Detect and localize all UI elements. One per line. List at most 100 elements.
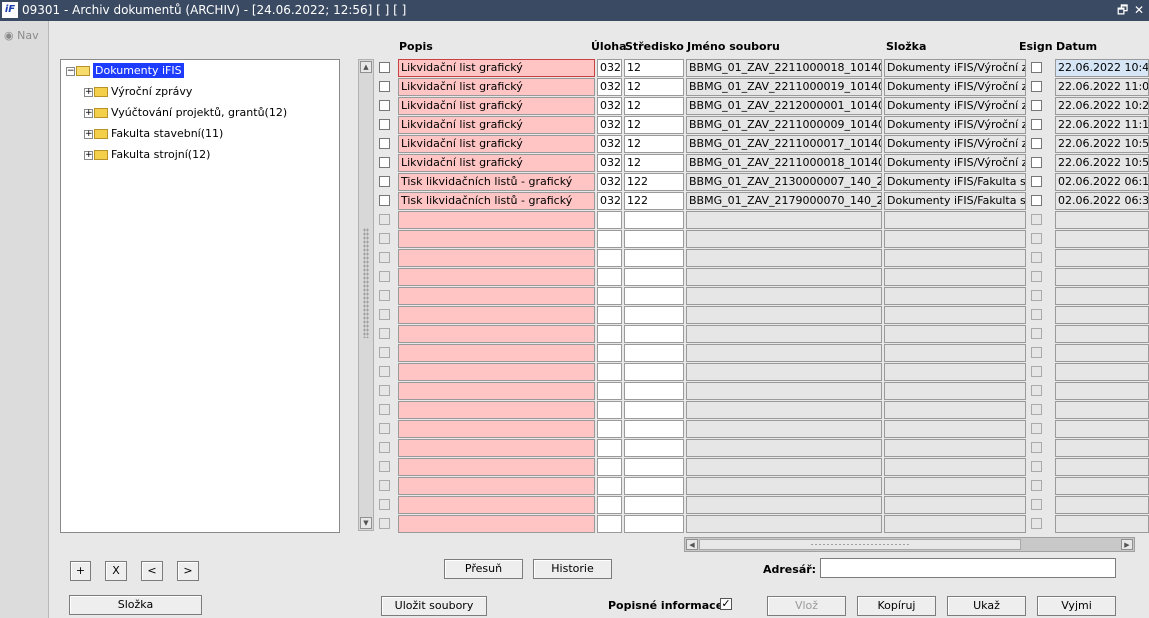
jmeno-souboru-cell[interactable]: BBMG_01_ZAV_2211000009_10140_2 [686, 116, 882, 134]
row-select-checkbox[interactable] [379, 461, 390, 472]
uloha-cell[interactable] [597, 382, 622, 400]
uloha-cell[interactable] [597, 515, 622, 533]
esign-checkbox[interactable] [1031, 233, 1042, 244]
popis-cell[interactable] [398, 230, 595, 248]
historie-button[interactable]: Historie [533, 559, 612, 579]
esign-checkbox[interactable] [1031, 461, 1042, 472]
scroll-down-icon[interactable]: ▼ [360, 517, 372, 529]
close-window-icon[interactable]: ✕ [1134, 0, 1144, 21]
datum-cell[interactable]: 22.06.2022 10:5 [1055, 135, 1149, 153]
esign-checkbox[interactable] [1031, 119, 1042, 130]
slozka-cell[interactable] [884, 439, 1026, 457]
row-select-checkbox[interactable] [379, 480, 390, 491]
tree-root-node[interactable]: − Dokumenty iFIS [66, 63, 184, 79]
restore-window-icon[interactable]: 🗗 [1117, 0, 1128, 21]
slozka-cell[interactable] [884, 306, 1026, 324]
jmeno-souboru-cell[interactable]: BBMG_01_ZAV_2211000019_10140_2 [686, 78, 882, 96]
jmeno-souboru-cell[interactable] [686, 211, 882, 229]
uloha-cell[interactable] [597, 249, 622, 267]
esign-checkbox[interactable] [1031, 480, 1042, 491]
slozka-cell[interactable] [884, 249, 1026, 267]
jmeno-souboru-cell[interactable] [686, 325, 882, 343]
popis-cell[interactable] [398, 401, 595, 419]
stredisko-cell[interactable] [624, 515, 684, 533]
esign-checkbox[interactable] [1031, 195, 1042, 206]
jmeno-souboru-cell[interactable]: BBMG_01_ZAV_2130000007_140_220 [686, 173, 882, 191]
stredisko-cell[interactable] [624, 420, 684, 438]
row-select-checkbox[interactable] [379, 385, 390, 396]
datum-cell[interactable] [1055, 401, 1149, 419]
datum-cell[interactable] [1055, 287, 1149, 305]
table-vertical-scrollbar[interactable]: ▲ ▼ [358, 59, 374, 531]
datum-cell[interactable] [1055, 363, 1149, 381]
uloha-cell[interactable]: 032 [597, 116, 622, 134]
jmeno-souboru-cell[interactable] [686, 420, 882, 438]
stredisko-cell[interactable]: 122 [624, 173, 684, 191]
vyjmi-button[interactable]: Vyjmi [1037, 596, 1116, 616]
datum-cell[interactable] [1055, 382, 1149, 400]
row-select-checkbox[interactable] [379, 328, 390, 339]
jmeno-souboru-cell[interactable]: BBMG_01_ZAV_2211000017_10140_2 [686, 135, 882, 153]
stredisko-cell[interactable]: 12 [624, 97, 684, 115]
stredisko-cell[interactable] [624, 477, 684, 495]
popis-cell[interactable] [398, 420, 595, 438]
vloz-button[interactable]: Vlož [767, 596, 846, 616]
jmeno-souboru-cell[interactable] [686, 401, 882, 419]
datum-cell[interactable] [1055, 249, 1149, 267]
stredisko-cell[interactable] [624, 439, 684, 457]
popis-cell[interactable] [398, 439, 595, 457]
popis-cell[interactable] [398, 515, 595, 533]
row-select-checkbox[interactable] [379, 62, 390, 73]
ulozit-soubory-button[interactable]: Uložit soubory [381, 596, 487, 616]
popis-cell[interactable] [398, 363, 595, 381]
jmeno-souboru-cell[interactable] [686, 344, 882, 362]
row-select-checkbox[interactable] [379, 309, 390, 320]
stredisko-cell[interactable] [624, 249, 684, 267]
stredisko-cell[interactable]: 12 [624, 78, 684, 96]
tree-node-vyuctovani[interactable]: + Vyúčtování projektů, grantů(12) [84, 105, 287, 121]
adresar-input[interactable] [820, 558, 1116, 578]
row-select-checkbox[interactable] [379, 290, 390, 301]
row-select-checkbox[interactable] [379, 233, 390, 244]
row-select-checkbox[interactable] [379, 518, 390, 529]
popis-cell[interactable]: Likvidační list grafický [398, 154, 595, 172]
row-select-checkbox[interactable] [379, 442, 390, 453]
esign-checkbox[interactable] [1031, 100, 1042, 111]
datum-cell[interactable] [1055, 439, 1149, 457]
delete-folder-button[interactable]: X [105, 561, 127, 581]
popis-cell[interactable] [398, 382, 595, 400]
stredisko-cell[interactable]: 12 [624, 116, 684, 134]
row-select-checkbox[interactable] [379, 176, 390, 187]
slozka-cell[interactable]: Dokumenty iFIS/Výroční zprá [884, 78, 1026, 96]
tree-node-stavebni[interactable]: + Fakulta stavební(11) [84, 126, 223, 142]
datum-cell[interactable] [1055, 496, 1149, 514]
uloha-cell[interactable]: 032 [597, 135, 622, 153]
popis-cell[interactable] [398, 325, 595, 343]
popis-cell[interactable] [398, 306, 595, 324]
slozka-cell[interactable] [884, 477, 1026, 495]
uloha-cell[interactable] [597, 287, 622, 305]
row-select-checkbox[interactable] [379, 423, 390, 434]
popis-cell[interactable]: Likvidační list grafický [398, 78, 595, 96]
prev-button[interactable]: < [141, 561, 163, 581]
datum-cell[interactable] [1055, 268, 1149, 286]
stredisko-cell[interactable]: 122 [624, 192, 684, 210]
nav-button[interactable]: ◉ Nav [4, 29, 39, 42]
popis-cell[interactable]: Tisk likvidačních listů - grafický [398, 173, 595, 191]
jmeno-souboru-cell[interactable] [686, 268, 882, 286]
datum-cell[interactable] [1055, 344, 1149, 362]
uloha-cell[interactable]: 032 [597, 173, 622, 191]
esign-checkbox[interactable] [1031, 404, 1042, 415]
ukaz-button[interactable]: Ukaž [947, 596, 1026, 616]
datum-cell[interactable]: 22.06.2022 10:4 [1055, 59, 1149, 77]
kopiruj-button[interactable]: Kopíruj [857, 596, 936, 616]
stredisko-cell[interactable] [624, 458, 684, 476]
hscroll-thumb[interactable] [699, 539, 1021, 550]
uloha-cell[interactable] [597, 268, 622, 286]
jmeno-souboru-cell[interactable]: BBMG_01_ZAV_2179000070_140_220 [686, 192, 882, 210]
stredisko-cell[interactable] [624, 344, 684, 362]
slozka-cell[interactable] [884, 401, 1026, 419]
row-select-checkbox[interactable] [379, 252, 390, 263]
jmeno-souboru-cell[interactable] [686, 458, 882, 476]
row-select-checkbox[interactable] [379, 366, 390, 377]
